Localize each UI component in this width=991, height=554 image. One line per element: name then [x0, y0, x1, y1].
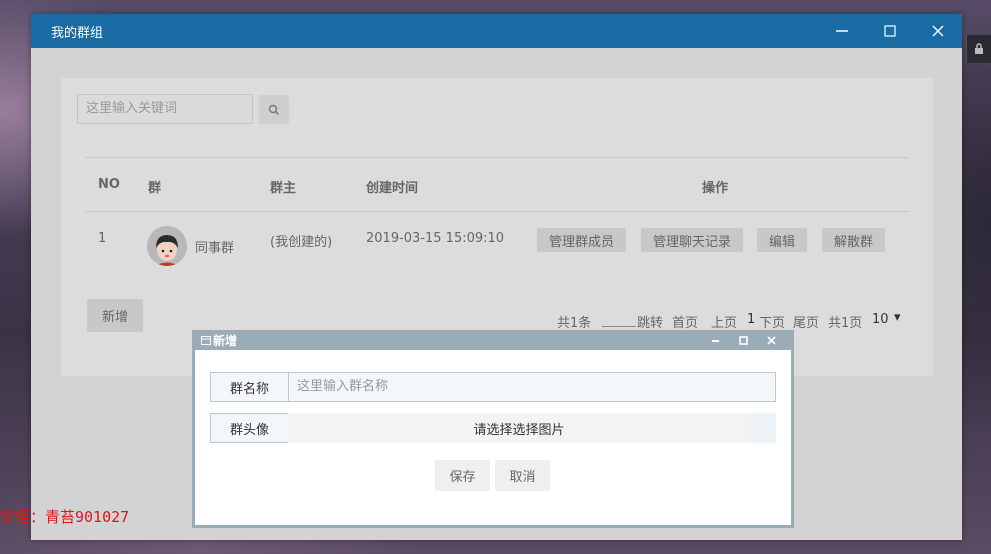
pager-total-pages: 共1页 [828, 316, 863, 331]
group-created-time: 2019-03-15 15:09:10 [366, 231, 505, 246]
pager-jump-button[interactable]: 跳转 [637, 312, 663, 331]
table-divider [85, 211, 909, 212]
add-group-button[interactable]: 新增 [87, 299, 143, 332]
group-owner: (我创建的) [270, 235, 333, 250]
row-number: 1 [98, 231, 107, 246]
group-name: 同事群 [195, 241, 235, 256]
table-divider [85, 157, 909, 158]
manage-chat-history-button[interactable]: 管理聊天记录 [641, 228, 743, 252]
lock-icon [975, 43, 983, 54]
column-header-no: NO [98, 177, 120, 192]
column-header-actions: 操作 [702, 181, 729, 196]
group-avatar [147, 226, 187, 266]
avatar-icon [147, 226, 187, 266]
pager-first-link[interactable]: 首页 [672, 312, 698, 331]
desktop-lock-tab[interactable] [966, 35, 991, 63]
dissolve-group-button[interactable]: 解散群 [822, 228, 885, 252]
close-button[interactable] [914, 14, 962, 48]
search-button[interactable] [259, 95, 289, 124]
pager-last-link[interactable]: 尾页 [793, 312, 819, 331]
window-titlebar: 我的群组 [31, 14, 962, 48]
avatar-image-picker[interactable]: 请选择选择图片 [288, 413, 750, 443]
dialog-title: 新增 [213, 333, 238, 348]
manage-members-button[interactable]: 管理群成员 [537, 228, 626, 252]
window-title: 我的群组 [51, 25, 104, 41]
group-name-label: 群名称 [210, 372, 289, 402]
minimize-icon [711, 339, 719, 342]
dialog-body: 群名称 这里输入群名称 群头像 请选择选择图片 保存 取消 [195, 350, 791, 525]
pager-next-link[interactable]: 下页 [759, 312, 785, 331]
dialog-titlebar: 新增 [195, 330, 791, 350]
pager-jump-input[interactable] [602, 326, 636, 327]
save-button[interactable]: 保存 [435, 460, 490, 491]
dialog-maximize-button[interactable] [729, 330, 757, 350]
column-header-group: 群 [148, 181, 162, 196]
dialog-minimize-button[interactable] [701, 330, 729, 350]
edit-button[interactable]: 编辑 [757, 228, 807, 252]
cancel-button[interactable]: 取消 [495, 460, 550, 491]
add-group-dialog: 新增 群名称 这里输入群名称 群头像 请选择选择图片 保存 取消 [192, 330, 794, 528]
minimize-button[interactable] [818, 14, 866, 48]
maximize-icon [884, 25, 896, 37]
column-header-owner: 群主 [270, 181, 297, 196]
search-input[interactable]: 这里输入关键词 [77, 94, 253, 124]
pager-prev-link[interactable]: 上页 [711, 312, 737, 331]
page-size-select[interactable]: 10 [872, 312, 889, 327]
avatar-picker-end [750, 413, 776, 443]
shop-watermark: 掌柜：青苔901027 [0, 508, 130, 526]
column-header-created: 创建时间 [366, 181, 419, 196]
close-icon [766, 335, 776, 345]
dialog-close-button[interactable] [757, 330, 785, 350]
minimize-icon [836, 30, 848, 32]
group-avatar-label: 群头像 [210, 413, 289, 443]
window-icon [201, 335, 211, 345]
group-name-input[interactable]: 这里输入群名称 [288, 372, 776, 402]
close-icon [932, 25, 944, 37]
pager-total: 共1条 [557, 316, 592, 331]
maximize-button[interactable] [866, 14, 914, 48]
search-icon [268, 104, 279, 115]
pager-current-page: 1 [747, 312, 756, 327]
chevron-down-icon[interactable]: ▾ [894, 310, 901, 325]
maximize-icon [738, 335, 748, 345]
